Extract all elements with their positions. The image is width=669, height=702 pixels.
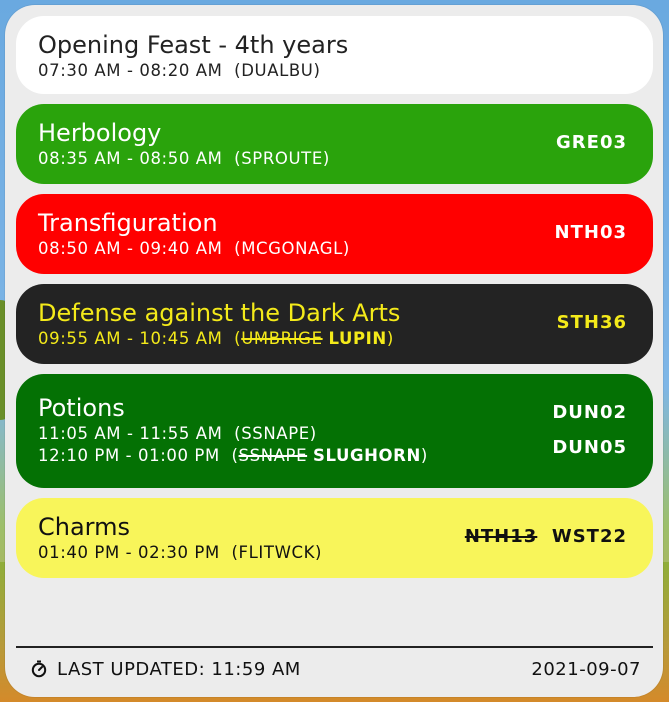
event-time: 01:40 PM - 02:30 PM <box>38 543 220 562</box>
schedule-item-herbology[interactable]: Herbology 08:35 AM - 08:50 AM (SPROUTE) … <box>16 104 653 184</box>
room-label: GRE03 <box>556 132 627 153</box>
event-time: 09:55 AM - 10:45 AM <box>38 329 223 348</box>
event-teacher: MCGONAGL <box>241 239 343 258</box>
event-teacher: SSNAPE <box>241 424 310 443</box>
event-time: 08:35 AM - 08:50 AM <box>38 149 223 168</box>
schedule-item-opening-feast[interactable]: Opening Feast - 4th years 07:30 AM - 08:… <box>16 16 653 94</box>
room-label: STH36 <box>556 312 627 333</box>
last-updated: LAST UPDATED: 11:59 AM <box>31 659 301 680</box>
event-time: 07:30 AM - 08:20 AM <box>38 61 223 80</box>
schedule-item-defense-dark-arts[interactable]: Defense against the Dark Arts 09:55 AM -… <box>16 284 653 364</box>
event-teacher: DUALBU <box>241 61 314 80</box>
schedule-widget: Opening Feast - 4th years 07:30 AM - 08:… <box>5 5 663 697</box>
footer-divider <box>16 646 653 648</box>
event-time: 11:05 AM - 11:55 AM <box>38 424 223 443</box>
event-teacher: FLITWCK <box>238 543 316 562</box>
event-title: Defense against the Dark Arts <box>38 299 401 327</box>
room-label: NTH03 <box>554 222 627 243</box>
schedule-item-potions[interactable]: Potions 11:05 AM - 11:55 AM (SSNAPE) 12:… <box>16 374 653 488</box>
event-time: 08:50 AM - 09:40 AM <box>38 239 223 258</box>
event-time-2: 12:10 PM - 01:00 PM <box>38 446 220 465</box>
last-updated-text: LAST UPDATED: 11:59 AM <box>57 658 301 680</box>
event-time-teacher: 11:05 AM - 11:55 AM (SSNAPE) <box>38 424 317 443</box>
room-label: DUN02 <box>552 402 627 423</box>
event-time-teacher: 08:35 AM - 08:50 AM (SPROUTE) <box>38 149 330 168</box>
event-time-teacher: 09:55 AM - 10:45 AM (UMBRIGE LUPIN) <box>38 329 394 348</box>
room-label: NTH13 WST22 <box>465 526 627 547</box>
event-teacher: SPROUTE <box>241 149 323 168</box>
room-new: WST22 <box>551 526 627 547</box>
event-title: Herbology <box>38 119 162 147</box>
event-teacher-new: LUPIN <box>328 329 387 348</box>
schedule-item-transfiguration[interactable]: Transfiguration 08:50 AM - 09:40 AM (MCG… <box>16 194 653 274</box>
event-teacher-old: SSNAPE <box>238 446 308 465</box>
event-title: Transfiguration <box>38 209 218 237</box>
event-time-teacher-2: 12:10 PM - 01:00 PM (SSNAPE SLUGHORN) <box>38 446 428 465</box>
event-title: Potions <box>38 394 125 422</box>
date-label: 2021-09-07 <box>531 658 641 680</box>
event-time-teacher: 08:50 AM - 09:40 AM (MCGONAGL) <box>38 239 350 258</box>
stopwatch-icon <box>31 660 47 678</box>
footer: LAST UPDATED: 11:59 AM 2021-09-07 <box>31 657 641 681</box>
room-label-2: DUN05 <box>552 437 627 458</box>
event-teacher-old: UMBRIGE <box>241 329 323 348</box>
room-old: NTH13 <box>464 526 538 547</box>
schedule-item-charms[interactable]: Charms 01:40 PM - 02:30 PM (FLITWCK) NTH… <box>16 498 653 578</box>
event-teacher-new: SLUGHORN <box>312 446 421 465</box>
event-time-teacher: 07:30 AM - 08:20 AM (DUALBU) <box>38 61 321 80</box>
event-title: Opening Feast - 4th years <box>38 31 349 59</box>
